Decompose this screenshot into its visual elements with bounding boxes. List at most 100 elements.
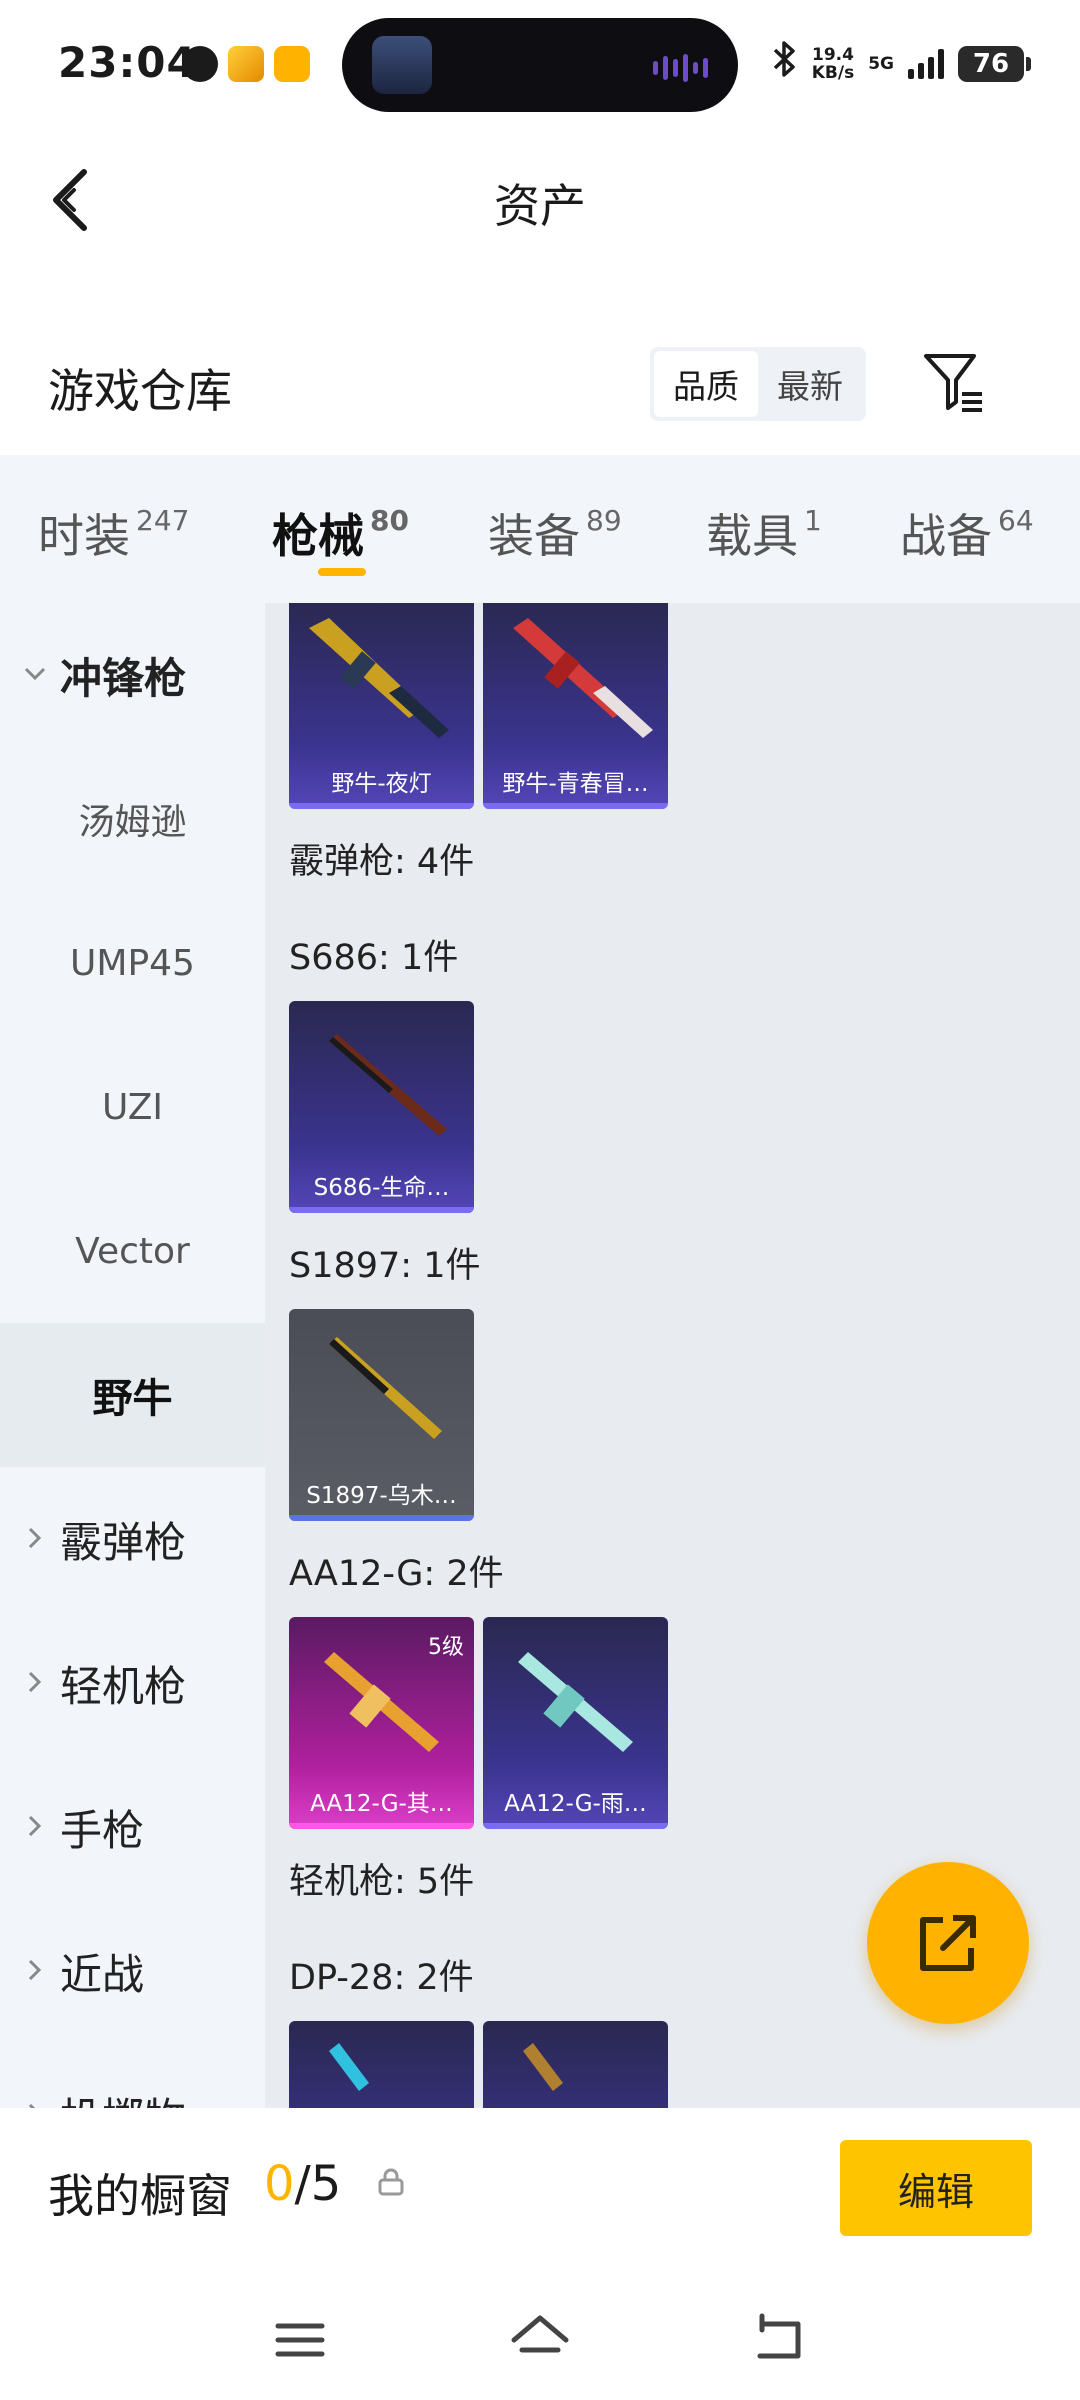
item-name: AA12-G-雨…	[504, 1791, 647, 1817]
weapon-count-label: DP-28: 2件	[289, 1958, 474, 1998]
dynamic-island[interactable]	[342, 18, 738, 112]
category-count-label: 轻机枪: 5件	[289, 1862, 475, 1902]
net-speed-value: 19.4	[811, 44, 854, 65]
tier-strip	[289, 803, 474, 809]
battery-level: 76	[972, 48, 1010, 79]
sidebar-item-melee[interactable]: 近战	[0, 1899, 265, 2043]
sidebar-item-uzi[interactable]: UZI	[0, 1035, 265, 1179]
item-card[interactable]: 野牛-青春冒…	[483, 603, 668, 809]
external-link-icon	[920, 1915, 976, 1971]
sidebar-item-lmg[interactable]: 轻机枪	[0, 1611, 265, 1755]
sidebar-item-shotgun[interactable]: 霰弹枪	[0, 1467, 265, 1611]
gun-image	[309, 618, 449, 738]
item-card[interactable]: S686-生命…	[289, 1001, 474, 1213]
item-card[interactable]: 野牛-夜灯	[289, 603, 474, 809]
tab-equipment[interactable]: 装备 89	[488, 500, 622, 566]
net-speed-unit: KB/s	[811, 62, 855, 83]
app-notification-icon	[274, 46, 310, 82]
filter-button[interactable]	[920, 350, 986, 416]
signal-icon	[908, 48, 944, 79]
tab-guns[interactable]: 枪械 80	[272, 500, 409, 566]
item-name: S686-生命…	[313, 1175, 450, 1201]
page-title: 资产	[494, 179, 586, 233]
tier-strip	[289, 1515, 474, 1521]
item-card[interactable]: AA12-G-雨…	[483, 1617, 668, 1829]
weapon-sidebar: 冲锋枪 汤姆逊 UMP45 UZI Vector 野牛 霰弹枪 轻机枪 手枪 近…	[0, 603, 265, 2108]
menu-icon	[275, 2323, 325, 2357]
tab-count: 247	[136, 504, 190, 537]
sidebar-item-vector[interactable]: Vector	[0, 1179, 265, 1323]
tier-strip	[483, 803, 668, 809]
tab-count: 80	[370, 504, 409, 537]
item-card[interactable]: 5级 AA12-G-其…	[289, 1617, 474, 1829]
sidebar-item-label: 霰弹枪	[60, 1517, 187, 1567]
gun-image	[329, 2043, 369, 2091]
sort-by-quality[interactable]: 品质	[654, 351, 758, 417]
sidebar-item-ump45[interactable]: UMP45	[0, 891, 265, 1035]
app-notification-icon	[182, 46, 218, 82]
menu-nav-button[interactable]	[268, 2308, 332, 2372]
share-fab-button[interactable]	[867, 1862, 1029, 2024]
weapon-count-label: S1897: 1件	[289, 1246, 481, 1286]
tab-label: 载具	[706, 509, 798, 563]
gun-image	[513, 618, 653, 738]
sidebar-item-bizon[interactable]: 野牛	[0, 1323, 265, 1467]
notification-icons	[182, 46, 310, 82]
weapon-count-label: AA12-G: 2件	[289, 1554, 504, 1594]
sidebar-item-label: 近战	[60, 1949, 145, 1999]
sidebar-item-throwables[interactable]: 投掷物	[0, 2043, 265, 2108]
edit-showcase-button[interactable]: 编辑	[840, 2140, 1032, 2236]
back-icon	[757, 2313, 801, 2359]
media-thumbnail	[372, 36, 432, 94]
audio-wave-icon	[653, 54, 708, 82]
back-nav-button[interactable]	[748, 2308, 812, 2372]
tab-label: 枪械	[272, 509, 364, 563]
sidebar-item-thompson[interactable]: 汤姆逊	[0, 747, 265, 891]
category-tabs: 时装 247 枪械 80 装备 89 载具 1 战备 64	[0, 455, 1080, 603]
sidebar-item-pistol[interactable]: 手枪	[0, 1755, 265, 1899]
item-name: S1897-乌木…	[306, 1483, 457, 1509]
lock-icon	[378, 2168, 404, 2196]
item-card[interactable]	[289, 2021, 474, 2108]
tier-strip	[289, 1207, 474, 1213]
chevron-right-icon	[28, 2103, 36, 2108]
network-type: 5G	[868, 53, 894, 74]
tab-label: 战备	[900, 509, 992, 563]
item-name: AA12-G-其…	[310, 1791, 453, 1817]
chevron-down-icon	[24, 667, 46, 681]
sidebar-item-label: 冲锋枪	[60, 653, 187, 703]
item-level: 5级	[428, 1635, 464, 1660]
chevron-right-icon	[28, 1815, 42, 1837]
system-nav-bar	[0, 2278, 1080, 2400]
tab-fashion[interactable]: 时装 247	[38, 500, 189, 566]
item-card[interactable]: S1897-乌木…	[289, 1309, 474, 1521]
tier-strip	[289, 1823, 474, 1829]
sidebar-item-smg[interactable]: 冲锋枪	[0, 603, 265, 747]
weapon-count-label: S686: 1件	[289, 938, 459, 978]
gun-image	[523, 2043, 563, 2091]
tab-count: 1	[804, 504, 822, 537]
sidebar-item-label: 汤姆逊	[78, 802, 187, 843]
sort-by-newest[interactable]: 最新	[758, 351, 862, 417]
gun-image	[329, 1034, 447, 1136]
sidebar-item-label: 手枪	[60, 1805, 145, 1855]
bluetooth-icon	[772, 40, 798, 87]
gun-image	[329, 1337, 442, 1439]
tab-vehicles[interactable]: 载具 1	[706, 500, 822, 566]
sort-toggle: 品质 最新	[650, 347, 866, 421]
chevron-right-icon	[28, 1959, 42, 1981]
tab-supplies[interactable]: 战备 64	[900, 500, 1034, 566]
sidebar-item-label: UMP45	[70, 942, 195, 984]
home-nav-button[interactable]	[508, 2308, 572, 2372]
category-count-label: 霰弹枪: 4件	[289, 842, 475, 882]
item-name: 野牛-青春冒…	[502, 771, 649, 797]
sidebar-item-label: UZI	[102, 1086, 163, 1128]
warehouse-title: 游戏仓库	[48, 364, 232, 418]
tier-strip	[483, 1823, 668, 1829]
item-card[interactable]	[483, 2021, 668, 2108]
filter-icon	[924, 354, 982, 412]
tab-label: 装备	[488, 509, 580, 563]
home-icon	[511, 2315, 569, 2353]
item-name: 野牛-夜灯	[331, 771, 432, 797]
active-tab-indicator	[318, 568, 366, 576]
